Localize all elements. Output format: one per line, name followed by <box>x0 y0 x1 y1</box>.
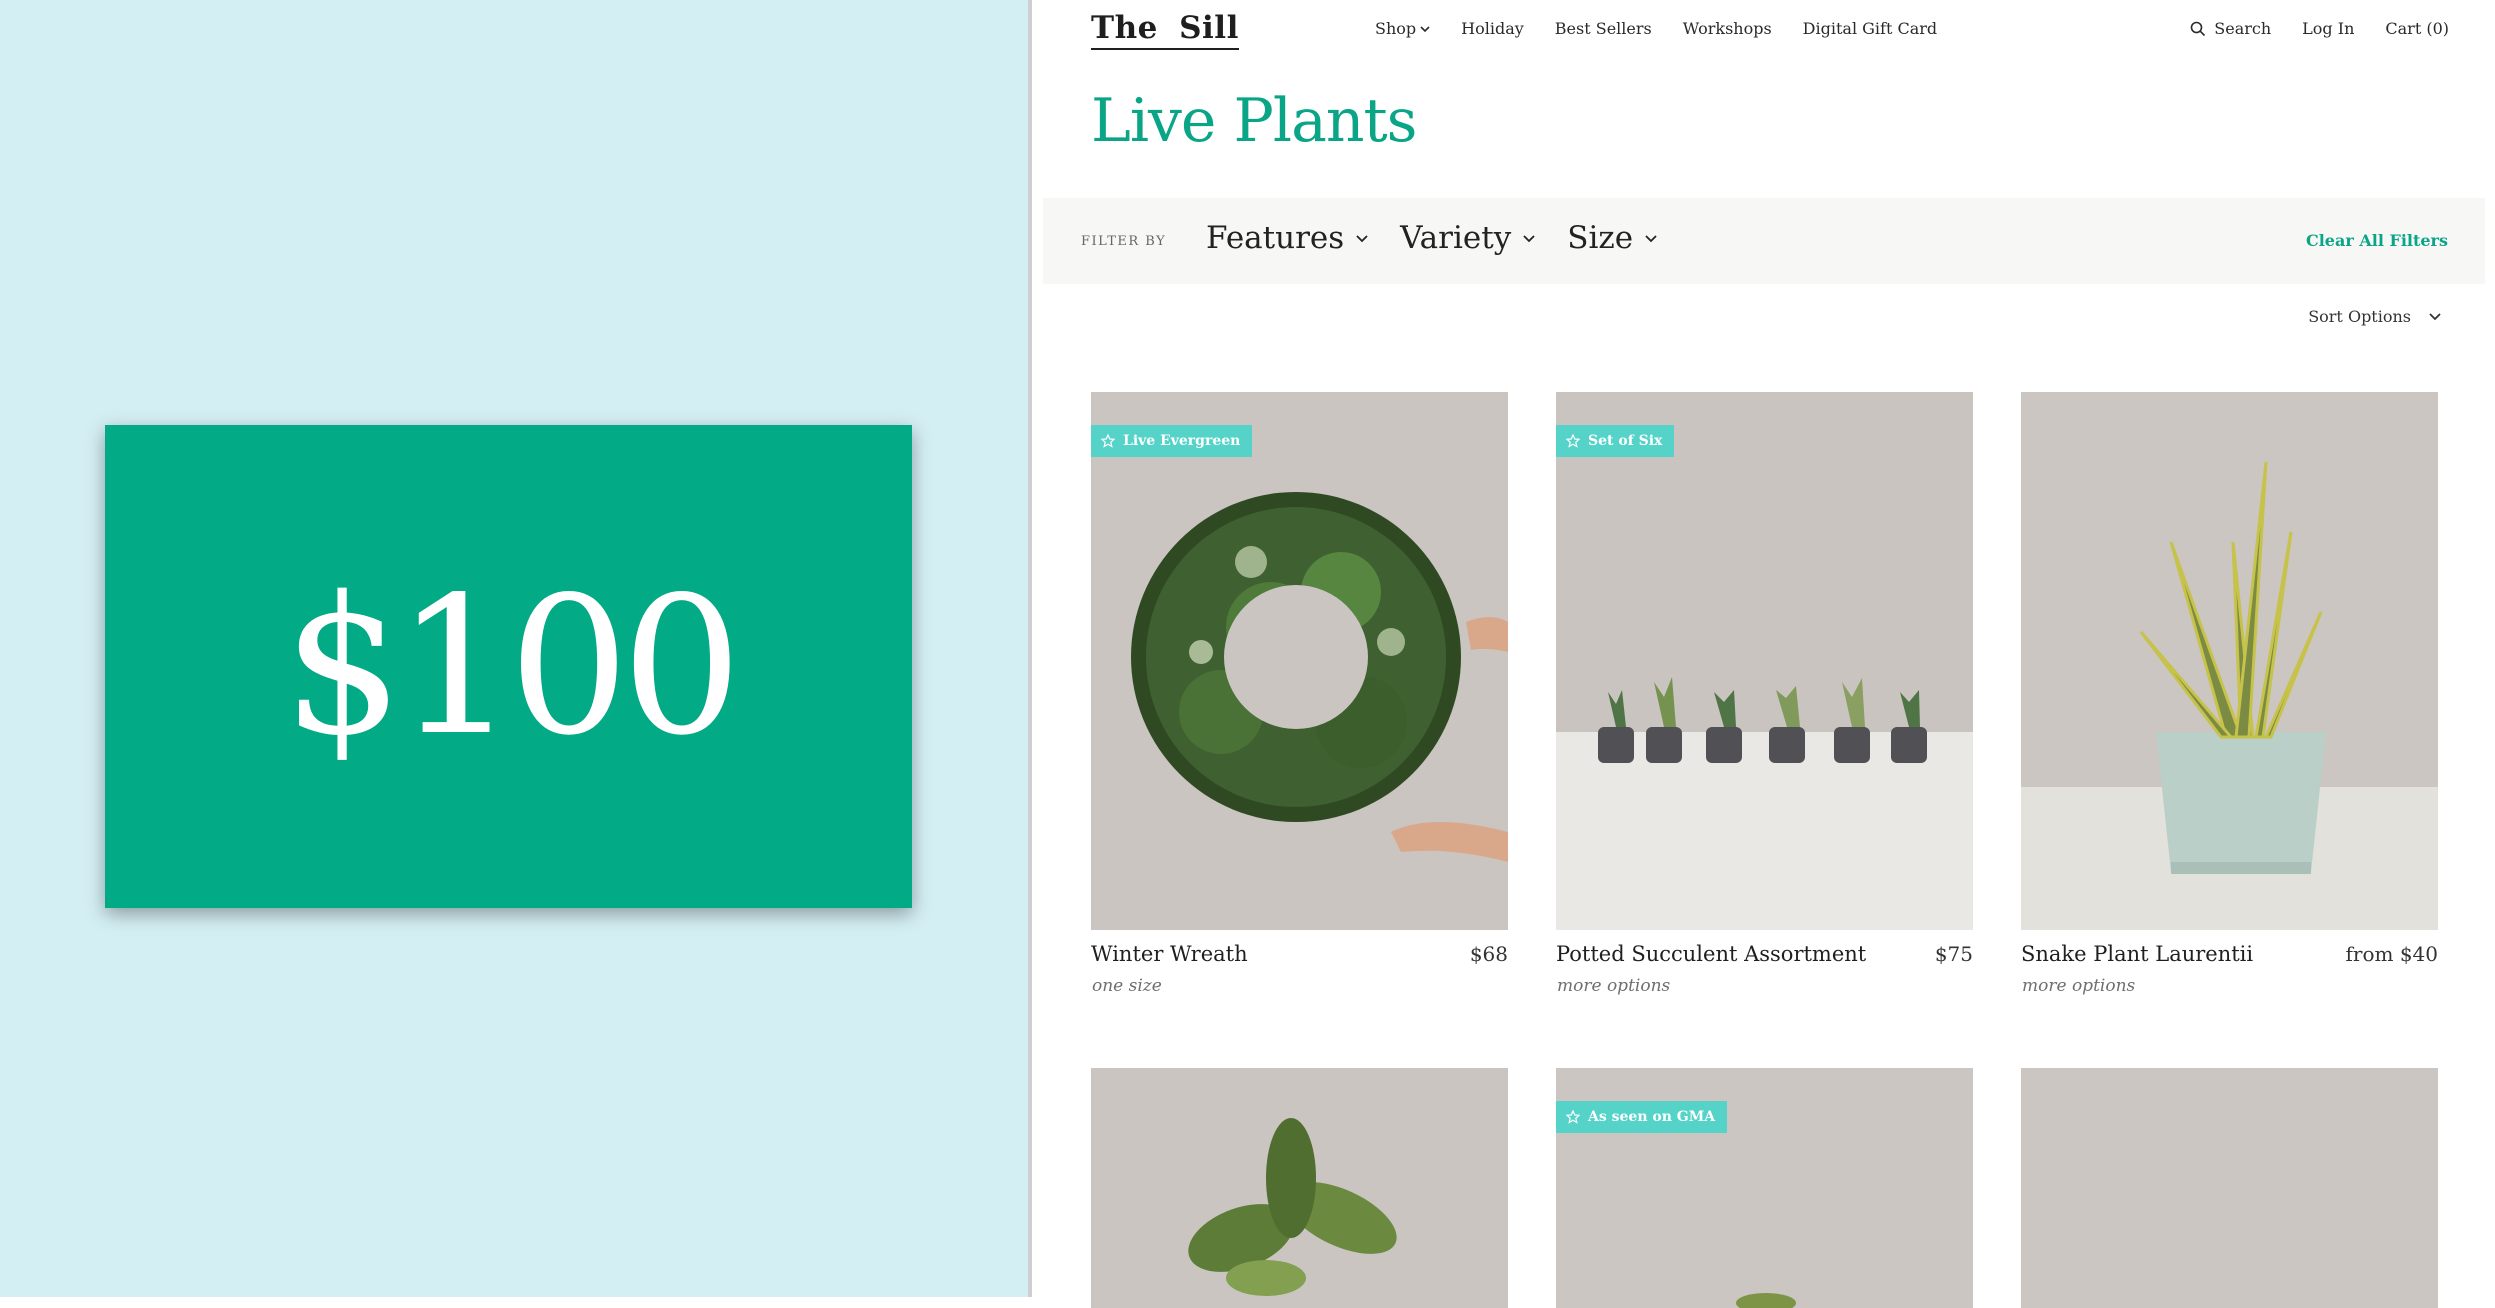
filter-options: Features Variety Size <box>1206 220 1657 256</box>
star-icon <box>1101 434 1115 448</box>
login-link[interactable]: Log In <box>2302 19 2354 38</box>
product-image-plant[interactable]: As seen on GMA <box>1556 1068 1973 1308</box>
product-image-leafy-plant[interactable] <box>1091 1068 1508 1308</box>
filter-bar: FILTER BY Features Variety Size Clear Al… <box>1043 198 2485 284</box>
gift-card-amount: $100 <box>282 555 743 777</box>
wreath-image <box>1091 392 1508 930</box>
chevron-down-icon <box>1645 234 1657 242</box>
snake-plant-image <box>2021 392 2438 930</box>
plant-image <box>2021 1068 2438 1308</box>
product-badge: As seen on GMA <box>1556 1101 1728 1133</box>
product-price: from $40 <box>2345 942 2439 966</box>
star-icon <box>1566 434 1580 448</box>
chevron-down-icon <box>1420 25 1430 32</box>
product-card[interactable]: Set of Six Potted Succulent Assortment $… <box>1556 392 1973 1010</box>
product-image-plant[interactable] <box>2021 1068 2438 1308</box>
search-icon <box>2190 21 2206 36</box>
nav-workshops[interactable]: Workshops <box>1683 19 1772 38</box>
product-card[interactable]: Snake Plant Laurentii from $40 more opti… <box>2021 392 2438 1010</box>
product-image-wreath[interactable]: Live Evergreen <box>1091 392 1508 930</box>
site-logo[interactable]: The Sill <box>1091 10 1239 50</box>
product-badge-label: As seen on GMA <box>1588 1109 1716 1125</box>
chevron-down-icon <box>2429 313 2441 321</box>
product-price: $68 <box>1469 942 1508 966</box>
sort-dropdown[interactable]: Sort Options <box>2308 307 2441 326</box>
sort-label: Sort Options <box>2308 307 2411 326</box>
product-options: more options <box>1557 976 1671 996</box>
filter-size-label: Size <box>1567 220 1634 256</box>
product-name[interactable]: Winter Wreath <box>1091 942 1248 966</box>
product-badge-label: Live Evergreen <box>1123 433 1241 449</box>
filter-size[interactable]: Size <box>1567 220 1657 256</box>
page-title: Live Plants <box>1091 86 1417 156</box>
clear-all-filters-button[interactable]: Clear All Filters <box>2306 231 2448 250</box>
product-options: more options <box>2022 976 2136 996</box>
filter-features-label: Features <box>1206 220 1345 256</box>
nav-shop-label: Shop <box>1375 19 1417 38</box>
product-price: $75 <box>1934 942 1973 966</box>
product-meta: Winter Wreath $68 one size <box>1091 930 1508 1010</box>
nav-holiday[interactable]: Holiday <box>1461 19 1524 38</box>
nav-digital-gift-card[interactable]: Digital Gift Card <box>1803 19 1937 38</box>
search-button[interactable]: Search <box>2190 19 2271 38</box>
site-header: The Sill Shop Holiday Best Sellers Works… <box>1032 0 2495 60</box>
star-icon <box>1566 1110 1580 1124</box>
product-name[interactable]: Potted Succulent Assortment <box>1556 942 1866 966</box>
product-options: one size <box>1092 976 1162 996</box>
filter-features[interactable]: Features <box>1206 220 1368 256</box>
product-meta: Potted Succulent Assortment $75 more opt… <box>1556 930 1973 1010</box>
nav-best-sellers[interactable]: Best Sellers <box>1555 19 1652 38</box>
product-badge-label: Set of Six <box>1588 433 1663 449</box>
gift-card-image: $100 <box>105 425 912 908</box>
left-promo-pane: $100 <box>0 0 1028 1297</box>
utility-nav: Search Log In Cart (0) <box>2190 19 2449 38</box>
chevron-down-icon <box>1356 234 1368 242</box>
product-card[interactable] <box>2021 1068 2438 1308</box>
chevron-down-icon <box>1523 234 1535 242</box>
product-card[interactable]: Live Evergreen Winter Wreath $68 one siz… <box>1091 392 1508 1010</box>
product-image-snake-plant[interactable] <box>2021 392 2438 930</box>
product-badge: Set of Six <box>1556 425 1675 457</box>
product-meta: Snake Plant Laurentii from $40 more opti… <box>2021 930 2438 1010</box>
filter-variety-label: Variety <box>1400 220 1512 256</box>
nav-shop[interactable]: Shop <box>1375 19 1430 38</box>
product-badge: Live Evergreen <box>1091 425 1253 457</box>
main-nav: Shop Holiday Best Sellers Workshops Digi… <box>1375 19 1937 38</box>
succulents-image <box>1556 392 1973 930</box>
product-card[interactable] <box>1091 1068 1508 1308</box>
product-card[interactable]: As seen on GMA <box>1556 1068 1973 1308</box>
search-label: Search <box>2214 19 2272 38</box>
product-image-succulents[interactable]: Set of Six <box>1556 392 1973 930</box>
product-name[interactable]: Snake Plant Laurentii <box>2021 942 2253 966</box>
leafy-plant-image <box>1091 1068 1508 1308</box>
filter-variety[interactable]: Variety <box>1400 220 1535 256</box>
cart-link[interactable]: Cart (0) <box>2385 19 2449 38</box>
filter-by-label: FILTER BY <box>1081 234 1167 249</box>
store-page: The Sill Shop Holiday Best Sellers Works… <box>1032 0 2495 1308</box>
